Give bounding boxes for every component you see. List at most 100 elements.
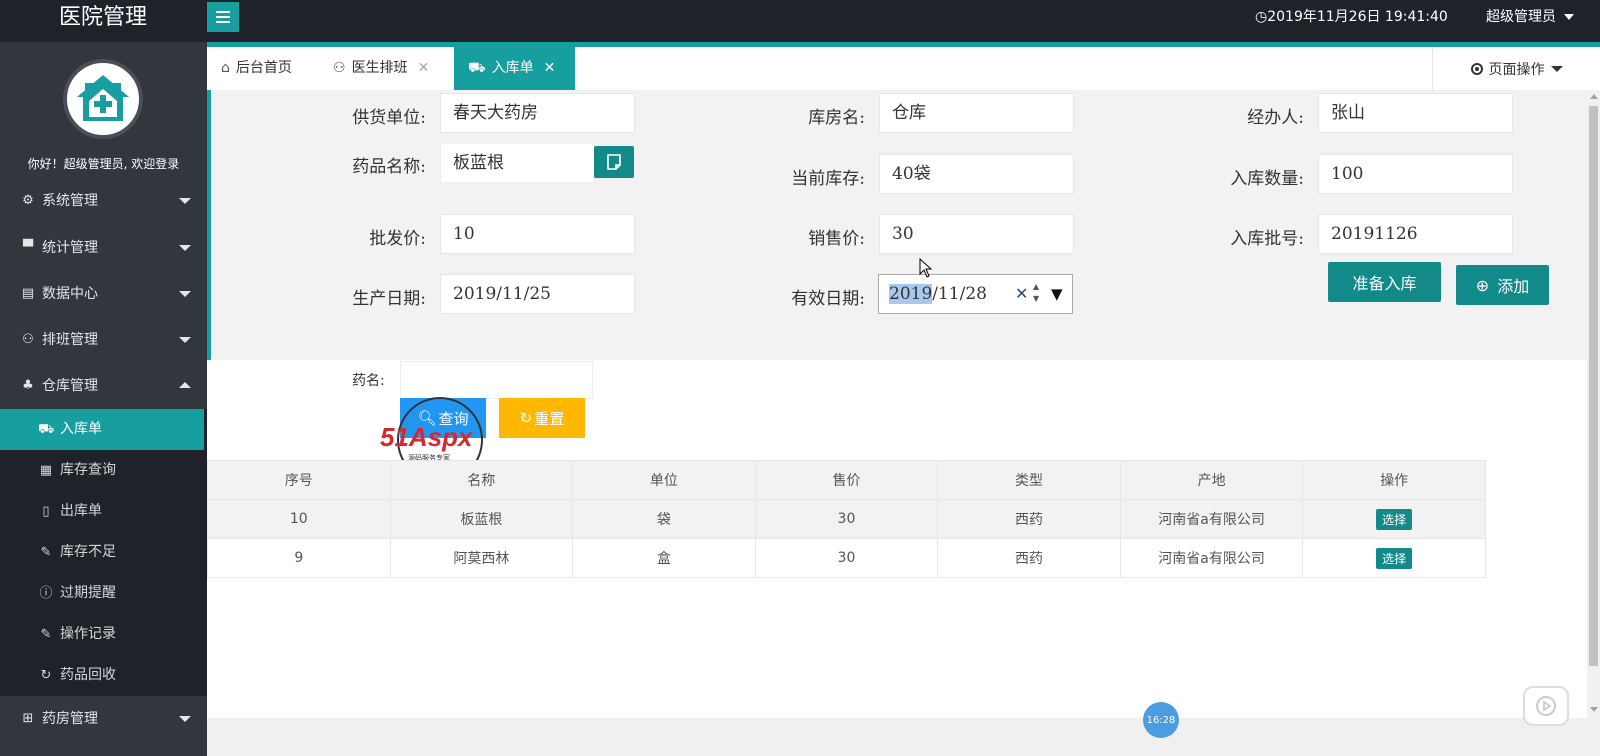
sale-price-input[interactable]: 30 xyxy=(879,214,1074,254)
spinner-icon[interactable]: ▲ ▼ xyxy=(1033,281,1039,305)
file-icon: ▯ xyxy=(42,504,50,519)
tab-home[interactable]: ⌂ 后台首页 xyxy=(207,47,306,90)
info-icon: ⓘ xyxy=(39,586,53,601)
close-icon[interactable]: ✕ xyxy=(418,47,430,90)
sub-item-label: 入库单 xyxy=(60,421,102,437)
tab-stock-in[interactable]: ⛟ 入库单 ✕ xyxy=(454,47,575,90)
table-cell: 10 xyxy=(207,499,391,539)
user-menu[interactable]: 超级管理员 xyxy=(1486,0,1575,36)
user-name: 超级管理员 xyxy=(1486,9,1556,25)
prod-date-input[interactable]: 2019/11/25 xyxy=(440,274,635,314)
pharmacy-icon: ⊞ xyxy=(22,711,34,726)
add-button-label: 添加 xyxy=(1497,277,1530,296)
sub-item-stock-in[interactable]: ⛟ 入库单 xyxy=(0,409,204,450)
select-button[interactable]: 选择 xyxy=(1376,508,1413,530)
supplier-label: 供货单位: xyxy=(352,108,426,128)
handler-input[interactable]: 张山 xyxy=(1318,93,1513,133)
video-play-button[interactable] xyxy=(1523,686,1569,726)
nav-label: 排班管理 xyxy=(42,332,98,348)
scrollbar-thumb[interactable] xyxy=(1589,106,1598,666)
user-icon: ⚇ xyxy=(333,60,346,76)
cart-icon: ⛟ xyxy=(468,60,486,76)
drug-search-input[interactable] xyxy=(400,361,593,399)
pick-drug-button[interactable] xyxy=(594,146,634,178)
table-cell: 选择 xyxy=(1302,538,1486,578)
table-cell: 河南省a有限公司 xyxy=(1119,499,1304,539)
wholesale-label: 批发价: xyxy=(369,229,426,249)
sub-item-recycle[interactable]: ↻ 药品回收 xyxy=(0,655,204,696)
scroll-up-icon[interactable] xyxy=(1590,94,1598,99)
chevron-up-icon xyxy=(179,382,191,388)
home-icon: ⌂ xyxy=(221,60,230,76)
menu-toggle-button[interactable] xyxy=(207,2,239,32)
table-row: 10 板蓝根 袋 30 西药 河南省a有限公司 选择 xyxy=(207,499,1486,539)
wholesale-input[interactable]: 10 xyxy=(440,214,635,254)
chevron-down-icon xyxy=(1550,65,1563,72)
dropdown-triangle-icon[interactable]: ▼ xyxy=(1051,275,1063,313)
welcome-text: 你好！超级管理员, 欢迎登录 xyxy=(27,157,180,171)
tab-doctor-schedule[interactable]: ⚇ 医生排班 ✕ xyxy=(319,47,443,90)
edit-icon: ✎ xyxy=(40,627,52,642)
table-cell: 西药 xyxy=(937,499,1121,539)
batch-no-label: 入库批号: xyxy=(1230,229,1304,249)
select-button[interactable]: 选择 xyxy=(1376,547,1413,569)
sub-item-label: 药品回收 xyxy=(60,667,116,683)
close-icon[interactable]: ✕ xyxy=(544,47,556,90)
sub-item-label: 库存不足 xyxy=(60,544,116,560)
page-operations-menu[interactable]: 页面操作 xyxy=(1432,47,1600,90)
target-icon xyxy=(1470,62,1483,75)
nav-data-center[interactable]: ▤ 数据中心 xyxy=(0,271,207,317)
nav-label: 数据中心 xyxy=(42,286,98,302)
prepare-stock-in-button[interactable]: 准备入库 xyxy=(1328,262,1441,302)
batch-no-input[interactable]: 20191126 xyxy=(1318,214,1513,254)
prod-date-label: 生产日期: xyxy=(352,289,426,309)
nav-statistics[interactable]: ▀ 统计管理 xyxy=(0,225,207,271)
sub-item-op-log[interactable]: ✎ 操作记录 xyxy=(0,614,204,655)
sub-item-low-stock[interactable]: ✎ 库存不足 xyxy=(0,532,204,573)
sub-item-stock-query[interactable]: ▦ 库存查询 xyxy=(0,450,204,491)
timer-badge: 16:28 xyxy=(1143,702,1179,738)
calendar-icon: ▦ xyxy=(39,463,53,478)
sub-item-stock-out[interactable]: ▯ 出库单 xyxy=(0,491,204,532)
query-button[interactable]: 🔍︎ 查询 xyxy=(400,398,486,438)
warehouse-input[interactable]: 仓库 xyxy=(879,93,1074,133)
table-cell: 30 xyxy=(754,538,939,578)
stock-input[interactable]: 40袋 xyxy=(879,154,1074,194)
add-button[interactable]: ⊕ 添加 xyxy=(1456,265,1549,305)
expiry-date-input[interactable]: 2019/11/28 ✕ ▲ ▼ ▼ xyxy=(878,274,1073,314)
reset-label: 重置 xyxy=(534,409,565,428)
nav-system[interactable]: ⚙ 系统管理 xyxy=(0,178,207,224)
warehouse-submenu: ⛟ 入库单 ▦ 库存查询 ▯ 出库单 ✎ 库存不足 ⓘ 过期提醒 ✎ 操作记录 ↻ 药品回收 xyxy=(0,409,207,696)
sub-item-expiry-alert[interactable]: ⓘ 过期提醒 xyxy=(0,573,204,614)
table-cell: 盒 xyxy=(572,538,756,578)
mouse-cursor-icon xyxy=(919,258,933,278)
quantity-input[interactable]: 100 xyxy=(1318,154,1513,194)
vertical-scrollbar[interactable] xyxy=(1587,90,1600,718)
warehouse-icon: ♣ xyxy=(22,378,34,393)
supplier-input[interactable]: 春天大药房 xyxy=(440,93,635,133)
clear-icon[interactable]: ✕ xyxy=(1015,275,1028,313)
nav-label: 系统管理 xyxy=(42,193,98,209)
table-header-row: 序号 名称 单位 售价 类型 产地 操作 xyxy=(207,460,1486,500)
nav-scheduling[interactable]: ⚇ 排班管理 xyxy=(0,317,207,363)
chevron-down-icon xyxy=(179,245,191,251)
table-cell: 阿莫西林 xyxy=(389,538,574,578)
nav-pharmacy[interactable]: ⊞ 药房管理 xyxy=(0,696,207,742)
chevron-down-icon xyxy=(1564,14,1575,20)
chevron-down-icon xyxy=(179,337,191,343)
sub-item-label: 出库单 xyxy=(60,503,102,519)
table-cell: 板蓝根 xyxy=(389,499,574,539)
chevron-down-icon xyxy=(179,291,191,297)
table-row: 9 阿莫西林 盒 30 西药 河南省a有限公司 选择 xyxy=(207,538,1486,578)
refresh-icon: ↻ xyxy=(519,409,533,427)
expiry-rest-segment: /11/28 xyxy=(932,284,987,304)
tab-label: 医生排班 xyxy=(351,60,408,76)
table-cell: 西药 xyxy=(937,538,1121,578)
nav-warehouse[interactable]: ♣ 仓库管理 xyxy=(0,363,207,409)
edit-icon: ✎ xyxy=(40,545,52,560)
reset-button[interactable]: ↻ 重置 xyxy=(499,398,585,438)
scroll-down-icon[interactable] xyxy=(1590,707,1598,712)
chevron-down-icon xyxy=(179,198,191,204)
drug-name-input[interactable]: 板蓝根 xyxy=(440,143,595,183)
sale-price-label: 销售价: xyxy=(808,229,865,249)
